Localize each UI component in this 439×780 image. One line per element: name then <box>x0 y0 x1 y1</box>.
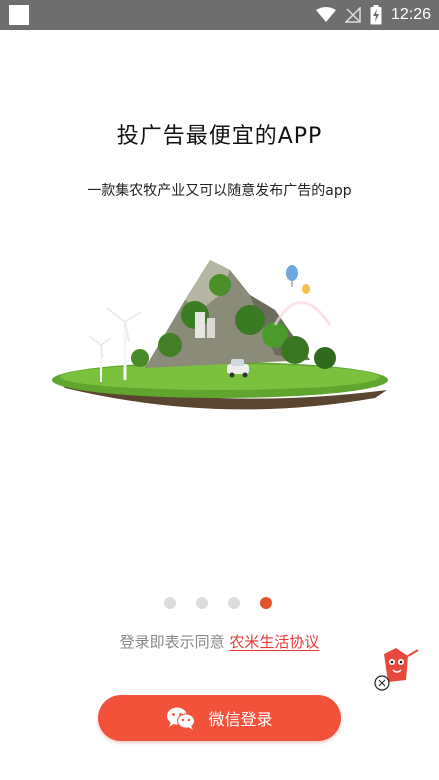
battery-charging-icon <box>370 5 382 25</box>
no-signal-icon <box>344 7 361 23</box>
onboarding-title: 投广告最便宜的APP <box>116 124 323 149</box>
notification-icon <box>9 5 29 25</box>
page-dot-1[interactable] <box>164 597 176 609</box>
island-illustration <box>52 260 388 410</box>
status-time: 12:26 <box>390 6 431 23</box>
status-icons: 12:26 <box>315 0 431 30</box>
agreement-link[interactable]: 农米生活协议 <box>229 633 319 651</box>
wifi-icon <box>315 7 336 22</box>
page-dot-4[interactable] <box>260 597 272 609</box>
page-dot-3[interactable] <box>228 597 240 609</box>
login-button-label: 微信登录 <box>208 710 273 729</box>
page-indicator <box>164 597 272 609</box>
page-dot-2[interactable] <box>196 597 208 609</box>
wechat-login-button[interactable]: 微信登录 <box>98 695 341 741</box>
agreement-prefix: 登录即表示同意 <box>119 633 225 651</box>
wechat-icon <box>167 707 196 730</box>
status-bar: 12:26 <box>0 0 439 30</box>
onboarding-subtitle: 一款集农牧产业又可以随意发布广告的app <box>87 183 352 199</box>
mascot-icon[interactable] <box>366 640 424 698</box>
